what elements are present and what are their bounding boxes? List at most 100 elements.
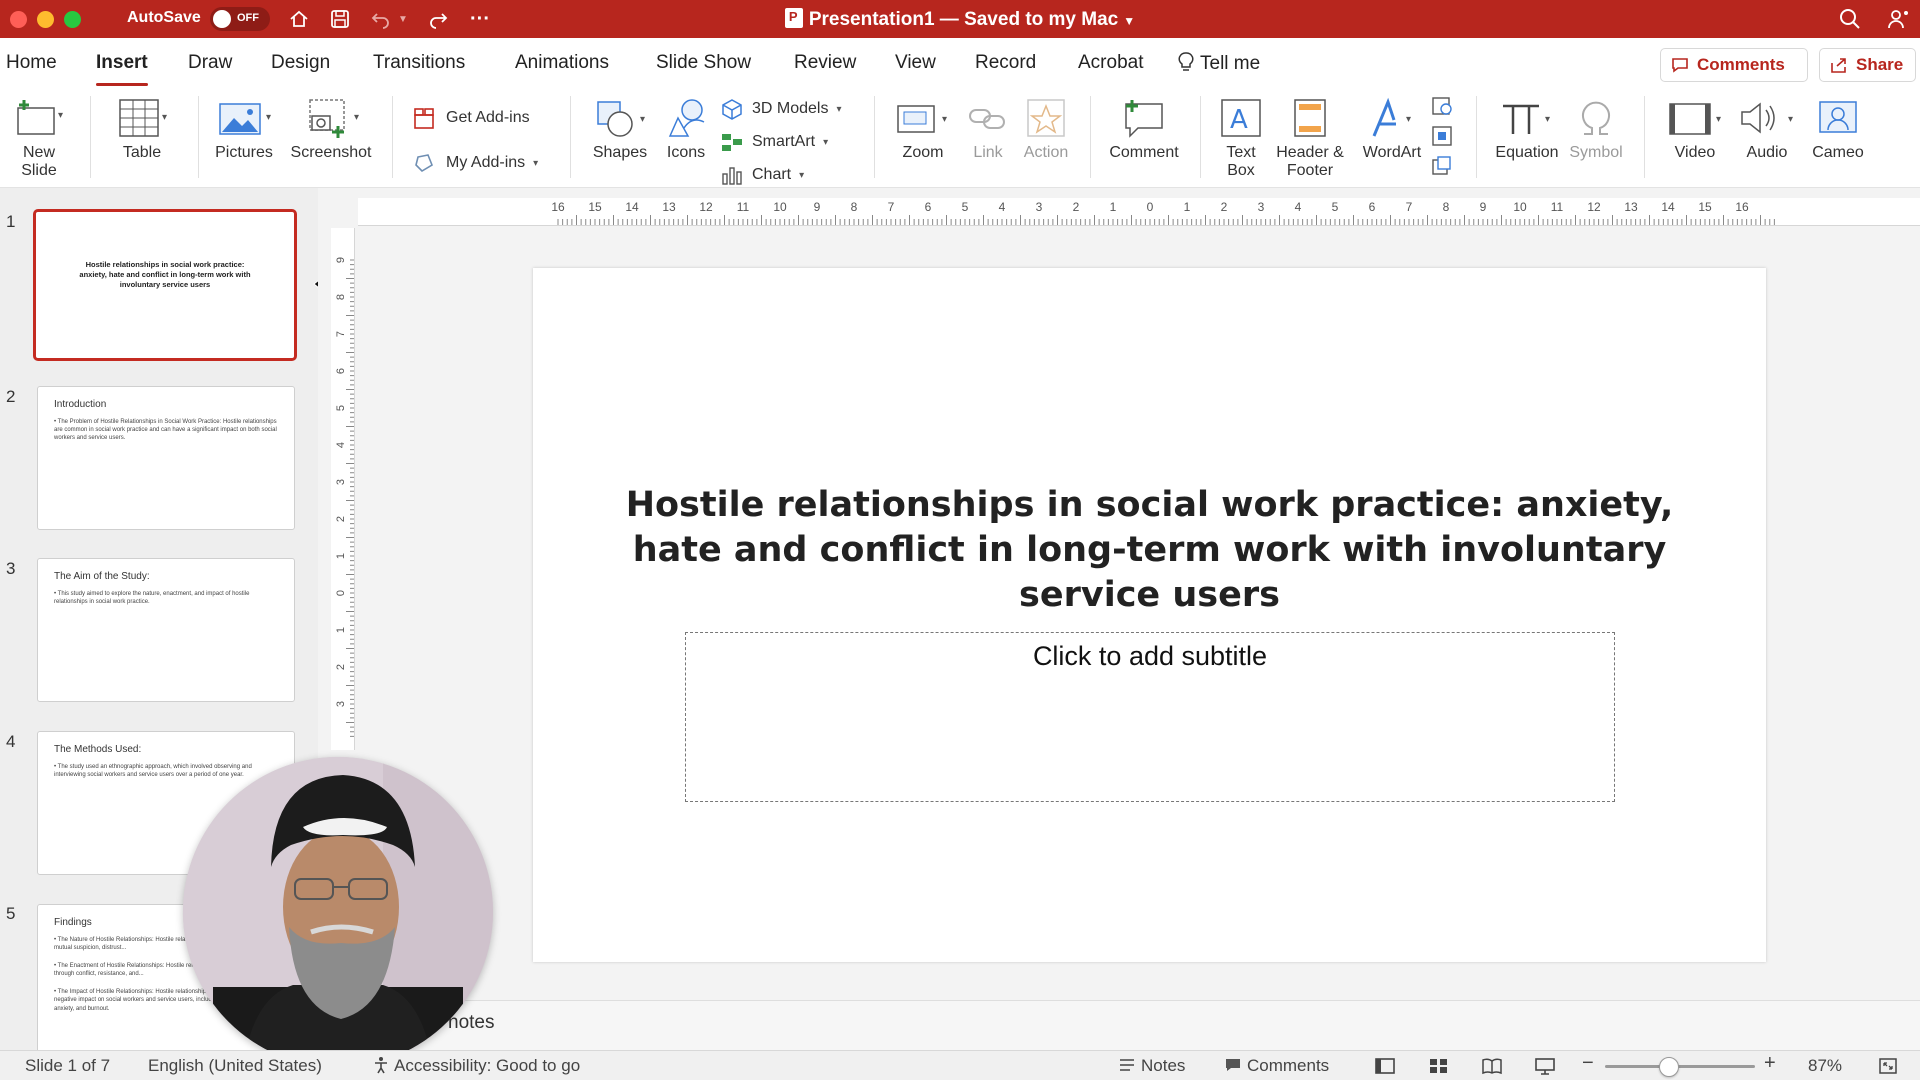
slide-thumbnail-1[interactable]: Hostile relationships in social work pra…	[33, 209, 297, 361]
subtitle-placeholder[interactable]: Click to add subtitle	[685, 632, 1615, 802]
cameo-button[interactable]: Cameo	[1806, 96, 1870, 162]
omega-icon	[1582, 101, 1610, 135]
ruler-label: 6	[335, 368, 347, 374]
new-slide-icon: ▾	[17, 100, 63, 135]
zoom-button[interactable]: ▾ Zoom	[884, 96, 962, 162]
chart-button[interactable]: Chart ▾	[720, 164, 804, 186]
symbol-button[interactable]: Symbol	[1562, 96, 1630, 162]
slide-counter: Slide 1 of 7	[25, 1056, 111, 1075]
tab-design[interactable]: Design	[271, 52, 330, 74]
zoom-slider-knob[interactable]	[1659, 1057, 1679, 1077]
ruler-label: 1	[1110, 200, 1117, 214]
notes-icon	[1120, 1059, 1134, 1071]
my-addins-button[interactable]: My Add-ins ▾	[412, 151, 538, 175]
tab-animations[interactable]: Animations	[515, 52, 609, 74]
ruler-label: 3	[335, 479, 347, 485]
thumbnail-number: 1	[6, 212, 16, 231]
zoom-out-button[interactable]: −	[1582, 1052, 1594, 1075]
share-button[interactable]: Share	[1819, 48, 1916, 82]
language-indicator[interactable]: English (United States)	[148, 1056, 322, 1076]
ruler-label: 3	[335, 701, 347, 707]
tab-insert[interactable]: Insert	[96, 52, 148, 86]
notes-pane[interactable]: notes	[318, 1000, 1920, 1050]
svg-text:▾: ▾	[266, 112, 271, 123]
3d-models-button[interactable]: 3D Models ▾	[720, 98, 842, 120]
pictures-button[interactable]: ▾ Pictures	[208, 96, 280, 162]
comments-toggle[interactable]: Comments	[1224, 1056, 1329, 1076]
slide-thumbnail-2[interactable]: Introduction • The Problem of Hostile Re…	[37, 386, 295, 530]
icons-button[interactable]: Icons	[660, 96, 712, 162]
slide-sorter-icon[interactable]	[1428, 1057, 1450, 1075]
svg-text:▾: ▾	[942, 114, 947, 125]
smartart-button[interactable]: SmartArt ▾	[720, 131, 828, 153]
accessibility-status[interactable]: Accessibility: Good to go	[372, 1056, 580, 1076]
tab-view[interactable]: View	[895, 52, 936, 74]
tab-tell-me[interactable]: Tell me	[1178, 52, 1260, 75]
link-button[interactable]: Link	[962, 96, 1014, 162]
comment-icon	[1672, 58, 1688, 73]
comment-add-icon	[1125, 100, 1163, 138]
addins-store-icon	[414, 108, 434, 129]
ribbon-tabs: Home Insert Draw Design Transitions Anim…	[0, 38, 1920, 88]
slide-thumbnail-3[interactable]: The Aim of the Study: • This study aimed…	[37, 558, 295, 702]
ruler-label: 4	[335, 442, 347, 448]
fit-to-window-icon[interactable]	[1878, 1057, 1898, 1075]
equation-pi-icon: ▾	[1503, 104, 1550, 134]
document-title[interactable]: Presentation1 — Saved to my Mac▼	[0, 8, 1920, 31]
screenshot-button[interactable]: ▾ Screenshot	[286, 96, 376, 162]
ribbon-separator	[90, 96, 91, 178]
tab-home[interactable]: Home	[6, 52, 57, 74]
header-footer-button[interactable]: Header & Footer	[1270, 96, 1350, 180]
slide-editor[interactable]: Hostile relationships in social work pra…	[533, 268, 1766, 962]
thumbnail-bullet: • The Problem of Hostile Relationships i…	[54, 419, 277, 442]
equation-button[interactable]: ▾ Equation	[1488, 96, 1566, 162]
account-icon[interactable]	[1884, 5, 1912, 33]
zoom-level[interactable]: 87%	[1808, 1056, 1842, 1076]
tab-record[interactable]: Record	[975, 52, 1036, 74]
table-icon: ▾	[119, 99, 167, 137]
slideshow-view-icon[interactable]	[1534, 1057, 1556, 1075]
ruler-label: 5	[1332, 200, 1339, 214]
ruler-label: 7	[335, 331, 347, 337]
new-slide-button[interactable]: ▾ New Slide	[6, 96, 72, 180]
zoom-slider-track[interactable]	[1605, 1065, 1755, 1068]
tab-slide-show[interactable]: Slide Show	[656, 52, 751, 74]
normal-view-icon[interactable]	[1374, 1057, 1396, 1075]
subtitle-placeholder-text: Click to add subtitle	[1032, 641, 1268, 671]
video-button[interactable]: ▾ Video	[1656, 96, 1734, 162]
action-star-icon	[1027, 99, 1065, 137]
tab-review[interactable]: Review	[794, 52, 856, 74]
tab-draw[interactable]: Draw	[188, 52, 232, 74]
slide-number-icon[interactable]	[1430, 124, 1454, 148]
ruler-label: 2	[1073, 200, 1080, 214]
reading-view-icon[interactable]	[1481, 1057, 1503, 1075]
audio-button[interactable]: ▾ Audio	[1730, 96, 1804, 162]
chart-icon	[722, 167, 742, 185]
header-footer-icon	[1294, 99, 1326, 137]
ruler-label: 1	[335, 553, 347, 559]
table-button[interactable]: ▾ Table	[105, 96, 179, 162]
date-time-icon[interactable]	[1430, 94, 1454, 118]
text-box-button[interactable]: A Text Box	[1208, 96, 1274, 180]
comment-insert-button[interactable]: Comment	[1102, 96, 1186, 162]
thumbnail-title: Hostile relationships in social work pra…	[79, 260, 251, 289]
svg-text:▾: ▾	[640, 114, 645, 125]
notes-toggle[interactable]: Notes	[1118, 1056, 1185, 1076]
slide-title-text[interactable]: Hostile relationships in social work pra…	[623, 483, 1676, 618]
smartart-icon	[722, 134, 742, 151]
pictures-icon: ▾	[219, 103, 271, 135]
search-icon[interactable]	[1836, 5, 1864, 33]
wordart-button[interactable]: ▾ WordArt	[1352, 96, 1432, 162]
tab-transitions[interactable]: Transitions	[373, 52, 465, 74]
ruler-label: 16	[551, 200, 565, 214]
tab-acrobat[interactable]: Acrobat	[1078, 52, 1143, 74]
action-button[interactable]: Action	[1018, 96, 1074, 162]
shapes-button[interactable]: ▾ Shapes	[584, 96, 656, 162]
ribbon-separator	[874, 96, 875, 178]
ruler-label: 5	[335, 405, 347, 411]
comments-button[interactable]: Comments	[1660, 48, 1808, 82]
zoom-in-button[interactable]: +	[1764, 1052, 1776, 1075]
object-icon[interactable]	[1430, 154, 1454, 178]
get-addins-button[interactable]: Get Add-ins	[412, 106, 530, 130]
ruler-label: 12	[1587, 200, 1601, 214]
